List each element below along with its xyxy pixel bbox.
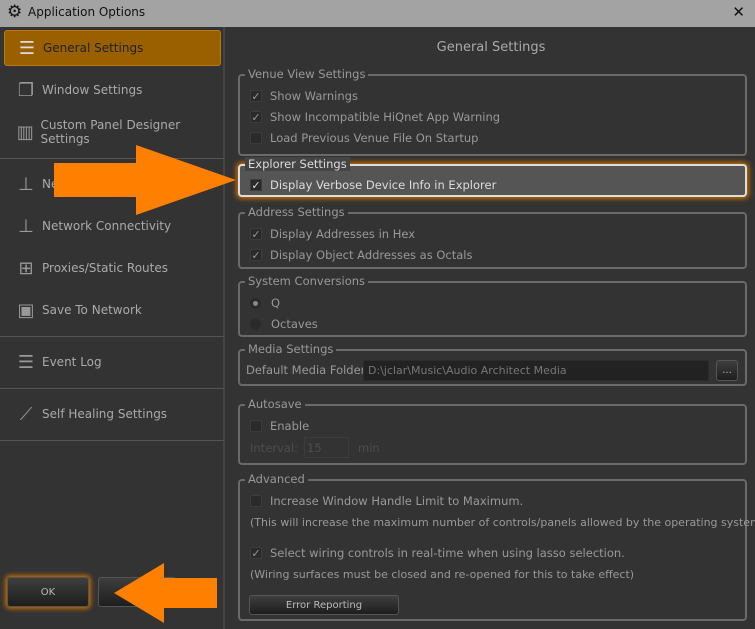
checkbox-label: Enable bbox=[270, 419, 310, 433]
error-reporting-button[interactable]: Error Reporting bbox=[249, 595, 399, 615]
media-folder-input[interactable]: D:\jclar\Music\Audio Architect Media bbox=[363, 360, 709, 381]
venue-view-settings: Venue View Settings ✓ Show Warnings ✓ Show… bbox=[238, 67, 747, 156]
group-legend: Advanced bbox=[245, 472, 308, 486]
proxies-icon: ⊞ bbox=[18, 257, 34, 279]
sidebar-item-label: Self Healing Settings bbox=[42, 407, 168, 421]
check-icon: ✓ bbox=[250, 110, 262, 124]
sidebar: ☰ General Settings ❐ Window Settings ▥ Cust… bbox=[0, 27, 225, 629]
octal-addresses-checkbox[interactable]: ✓ Display Object Addresses as Octals bbox=[250, 248, 473, 262]
handle-note: (This will increase the maximum number o… bbox=[250, 516, 755, 529]
save-network-icon: ▣ bbox=[17, 299, 35, 321]
checkbox-label: Show Warnings bbox=[270, 89, 358, 103]
q-radio[interactable]: Q bbox=[250, 296, 280, 310]
octaves-radio[interactable]: Octaves bbox=[250, 317, 318, 331]
sidebar-item-label: Proxies/Static Routes bbox=[42, 261, 168, 275]
check-icon: ✓ bbox=[250, 546, 262, 560]
sidebar-item-general-settings[interactable]: ☰ General Settings bbox=[4, 30, 221, 66]
sidebar-item-label: Event Log bbox=[42, 355, 102, 369]
interval-unit: min bbox=[358, 441, 380, 455]
page-title: General Settings bbox=[436, 40, 546, 55]
group-legend: System Conversions bbox=[245, 274, 369, 288]
close-button[interactable]: ✕ bbox=[732, 3, 745, 21]
radio-label: Q bbox=[271, 296, 281, 310]
media-settings: Media Settings Default Media Folder D:\j… bbox=[238, 342, 747, 386]
arrow-left-annotation bbox=[114, 563, 217, 623]
divider bbox=[0, 388, 224, 389]
interval-input[interactable]: 15 bbox=[304, 437, 349, 458]
settings-panel: General Settings Venue View Settings ✓ Sh… bbox=[227, 27, 755, 629]
interval-label: Interval: bbox=[250, 441, 298, 455]
checkbox-label: Show Incompatible HiQnet App Warning bbox=[270, 110, 501, 124]
sidebar-item-label: Custom Panel Designer Settings bbox=[40, 118, 181, 146]
sidebar-item-save-to-network[interactable]: ▣ Save To Network bbox=[4, 292, 221, 328]
general-settings-icon: ☰ bbox=[18, 37, 36, 59]
window-handle-checkbox[interactable]: Increase Window Handle Limit to Maximum. bbox=[250, 494, 523, 508]
checkbox-label: Display Object Addresses as Octals bbox=[270, 248, 473, 262]
system-conversions: System Conversions Q Octaves bbox=[238, 274, 747, 337]
group-legend: Media Settings bbox=[245, 342, 337, 356]
list-icon: ☰ bbox=[17, 351, 35, 373]
advanced-settings: Advanced Increase Window Handle Limit to… bbox=[238, 472, 755, 621]
sidebar-item-label: Network Connectivity bbox=[42, 219, 172, 233]
show-incompatible-checkbox[interactable]: ✓ Show Incompatible HiQnet App Warning bbox=[250, 110, 500, 124]
sidebar-item-label: Window Settings bbox=[42, 83, 143, 97]
arrow-right-annotation bbox=[54, 145, 236, 215]
lasso-selection-checkbox[interactable]: ✓ Select wiring controls in real-time whe… bbox=[250, 546, 625, 560]
radio-label: Octaves bbox=[271, 317, 318, 331]
checkbox-label: Increase Window Handle Limit to Maximum. bbox=[270, 494, 524, 508]
group-legend: Autosave bbox=[245, 397, 305, 411]
network-icon: ⊥ bbox=[18, 173, 34, 195]
checkbox-box bbox=[250, 495, 262, 507]
sidebar-item-event-log[interactable]: ☰ Event Log bbox=[4, 344, 221, 380]
sidebar-item-window-settings[interactable]: ❐ Window Settings bbox=[4, 72, 221, 108]
group-legend: Explorer Settings bbox=[245, 157, 350, 171]
bandage-icon: ⟋ bbox=[19, 403, 33, 425]
checkbox-label: Select wiring controls in real-time when… bbox=[270, 546, 625, 560]
group-legend: Address Settings bbox=[245, 205, 348, 219]
lasso-note: (Wiring surfaces must be closed and re-o… bbox=[250, 568, 635, 581]
check-icon: ✓ bbox=[250, 248, 262, 262]
sidebar-item-label: Save To Network bbox=[42, 303, 142, 317]
check-icon: ✓ bbox=[250, 178, 262, 192]
sidebar-item-label: General Settings bbox=[43, 41, 144, 55]
address-settings: Address Settings ✓ Display Addresses in H… bbox=[238, 205, 747, 269]
media-folder-label: Default Media Folder bbox=[246, 363, 366, 377]
browse-button[interactable]: ... bbox=[716, 360, 738, 381]
title-bar: ⚙ Application Options ✕ bbox=[0, 0, 755, 27]
checkbox-box bbox=[250, 420, 262, 432]
show-warnings-checkbox[interactable]: ✓ Show Warnings bbox=[250, 89, 358, 103]
autosave-enable-checkbox[interactable]: Enable bbox=[250, 419, 309, 433]
check-icon: ✓ bbox=[250, 89, 262, 103]
ok-button[interactable]: OK bbox=[7, 577, 89, 607]
checkbox-label: Display Verbose Device Info in Explorer bbox=[270, 178, 497, 192]
sidebar-item-proxies[interactable]: ⊞ Proxies/Static Routes bbox=[4, 250, 221, 286]
radio-dot bbox=[250, 318, 261, 330]
verbose-device-info-checkbox[interactable]: ✓ Display Verbose Device Info in Explorer bbox=[250, 178, 496, 192]
network-connectivity-icon: ⊥ bbox=[18, 215, 34, 237]
sidebar-item-self-healing[interactable]: ⟋ Self Healing Settings bbox=[4, 396, 221, 432]
divider bbox=[0, 440, 224, 441]
checkbox-label: Load Previous Venue File On Startup bbox=[270, 131, 479, 145]
checkbox-box bbox=[250, 132, 262, 144]
radio-dot bbox=[250, 297, 261, 309]
explorer-settings: Explorer Settings ✓ Display Verbose Devic… bbox=[238, 157, 747, 197]
load-previous-checkbox[interactable]: Load Previous Venue File On Startup bbox=[250, 131, 478, 145]
group-legend: Venue View Settings bbox=[245, 67, 369, 81]
window-title: Application Options bbox=[28, 5, 146, 19]
windows-icon: ❐ bbox=[17, 79, 35, 101]
autosave-settings: Autosave Enable Interval: 15 min bbox=[238, 397, 747, 465]
panel-designer-icon: ▥ bbox=[16, 121, 34, 143]
checkbox-label: Display Addresses in Hex bbox=[270, 227, 416, 241]
check-icon: ✓ bbox=[250, 227, 262, 241]
hex-addresses-checkbox[interactable]: ✓ Display Addresses in Hex bbox=[250, 227, 415, 241]
gear-icon: ⚙ bbox=[7, 2, 23, 22]
divider bbox=[0, 336, 224, 337]
